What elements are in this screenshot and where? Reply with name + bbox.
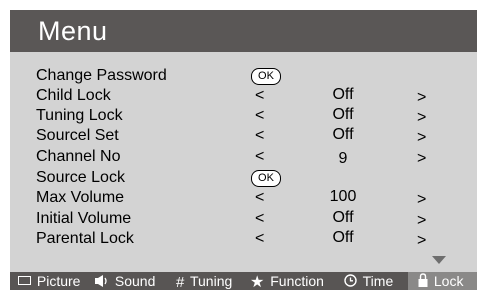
menu-tab-bar: Picture Sound # Tuning ★ Function Time L… — [10, 272, 477, 290]
menu-item-label: Source Lock — [36, 169, 125, 186]
menu-item-value: Off — [332, 86, 354, 103]
decrease-arrow[interactable]: < — [255, 127, 264, 145]
menu-item-value: Off — [332, 229, 354, 246]
decrease-arrow[interactable]: < — [255, 87, 264, 105]
menu-item-label: Initial Volume — [36, 210, 132, 227]
menu-item-initial-volume[interactable]: Initial Volume < Off > — [10, 209, 477, 229]
menu-item-value: 9 — [338, 150, 348, 167]
increase-arrow[interactable]: > — [417, 191, 426, 209]
increase-arrow[interactable]: > — [417, 89, 426, 107]
menu-item-source-lock[interactable]: Source Lock OK — [10, 168, 477, 188]
menu-header: Menu — [10, 10, 477, 52]
increase-arrow[interactable]: > — [417, 150, 426, 168]
menu-item-label: Change Password — [36, 67, 167, 84]
speaker-icon — [95, 274, 107, 287]
grid-icon: # — [176, 273, 185, 291]
menu-item-channel-no[interactable]: Channel No < 9 > — [10, 147, 477, 167]
menu-item-tuning-lock[interactable]: Tuning Lock < Off > — [10, 106, 477, 126]
menu-item-label: Child Lock — [36, 87, 111, 104]
menu-item-label: Parental Lock — [36, 230, 134, 247]
menu-title: Menu — [38, 16, 108, 46]
decrease-arrow[interactable]: < — [255, 107, 264, 125]
decrease-arrow[interactable]: < — [255, 189, 264, 207]
tab-label: Time — [362, 273, 394, 289]
menu-item-label: Channel No — [36, 148, 121, 165]
tab-lock[interactable]: Lock — [408, 272, 477, 290]
scroll-down-icon[interactable] — [432, 256, 446, 264]
increase-arrow[interactable]: > — [417, 212, 426, 230]
tab-tuning[interactable]: # Tuning — [176, 272, 232, 290]
menu-item-change-password[interactable]: Change Password OK — [10, 66, 477, 86]
tab-function[interactable]: ★ Function — [250, 272, 324, 290]
menu-item-label: Tuning Lock — [36, 107, 123, 124]
tab-picture[interactable]: Picture — [18, 272, 80, 290]
increase-arrow[interactable]: > — [417, 109, 426, 127]
lock-icon — [418, 273, 428, 288]
decrease-arrow[interactable]: < — [255, 230, 264, 248]
picture-icon — [18, 276, 31, 286]
lock-settings-panel: Change Password OK Child Lock < Off > Tu… — [10, 52, 477, 272]
tab-label: Sound — [114, 273, 156, 289]
ok-button[interactable]: OK — [251, 170, 281, 187]
increase-arrow[interactable]: > — [417, 129, 426, 147]
menu-item-value: 100 — [329, 188, 357, 205]
menu-item-value: Off — [332, 106, 354, 123]
star-icon: ★ — [250, 273, 265, 291]
tab-time[interactable]: Time — [344, 272, 393, 290]
ok-button[interactable]: OK — [251, 68, 281, 85]
decrease-arrow[interactable]: < — [255, 210, 264, 228]
menu-item-parental-lock[interactable]: Parental Lock < Off > — [10, 229, 477, 249]
menu-item-sourcel-set[interactable]: Sourcel Set < Off > — [10, 126, 477, 146]
tab-label: Tuning — [189, 273, 233, 289]
menu-item-max-volume[interactable]: Max Volume < 100 > — [10, 188, 477, 208]
menu-item-label: Max Volume — [36, 189, 125, 206]
tab-sound[interactable]: Sound — [95, 272, 155, 290]
tab-label: Lock — [433, 273, 464, 289]
clock-icon — [344, 274, 357, 287]
tab-label: Function — [270, 273, 324, 289]
menu-item-value: Off — [332, 126, 354, 143]
menu-item-label: Sourcel Set — [36, 127, 119, 144]
increase-arrow[interactable]: > — [417, 232, 426, 250]
menu-item-value: Off — [332, 209, 354, 226]
decrease-arrow[interactable]: < — [255, 148, 264, 166]
menu-window: Menu Change Password OK Child Lock < Off… — [0, 0, 477, 290]
tab-label: Picture — [36, 273, 81, 289]
menu-item-child-lock[interactable]: Child Lock < Off > — [10, 86, 477, 106]
